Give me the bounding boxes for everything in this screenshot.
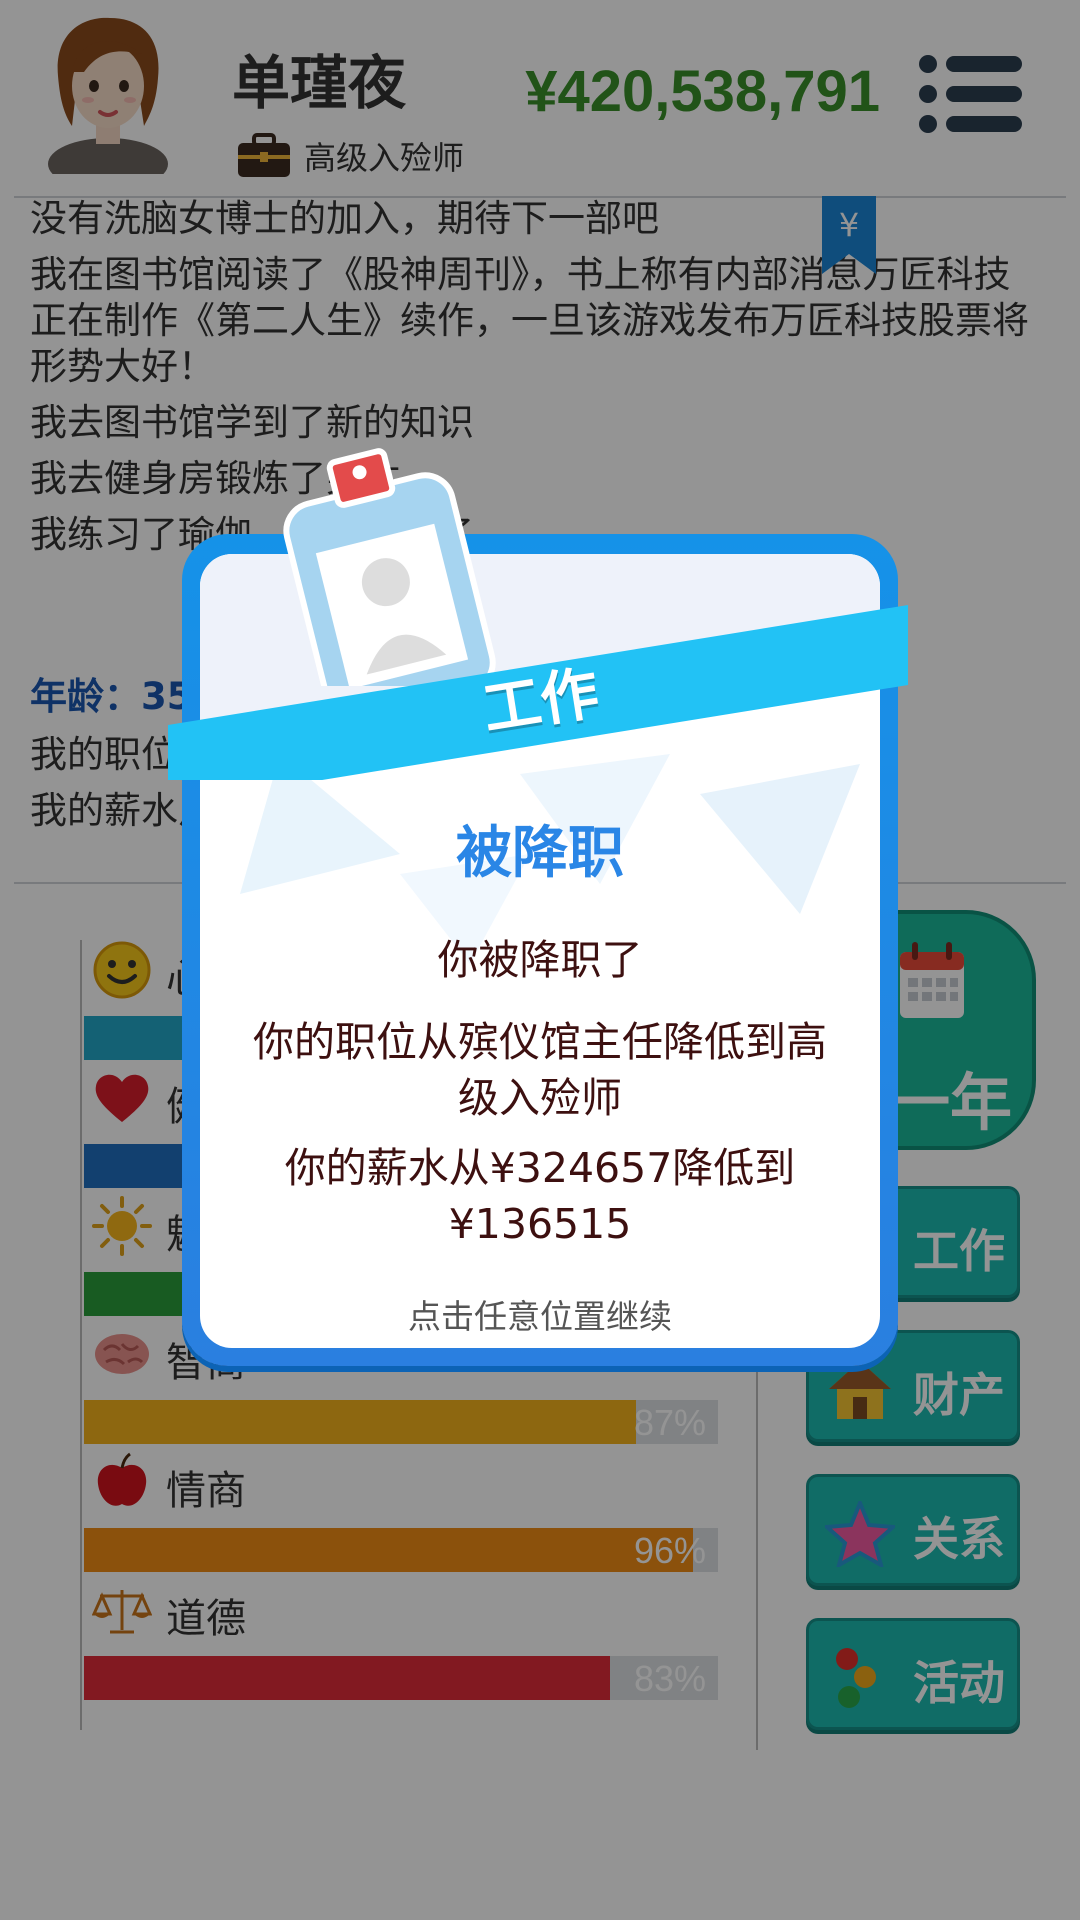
- dialog-title: 工作: [478, 658, 604, 744]
- continue-hint[interactable]: 点击任意位置继续: [182, 1290, 898, 1338]
- dialog-heading: 被降职: [456, 821, 624, 886]
- dialog-salary-change: 你的薪水从¥324657降低到¥136515: [284, 1144, 796, 1248]
- dialog-position-change: 你的职位从殡仪馆主任降低到高级入殓师: [253, 1018, 827, 1122]
- dialog-message: 你被降职了: [437, 936, 643, 984]
